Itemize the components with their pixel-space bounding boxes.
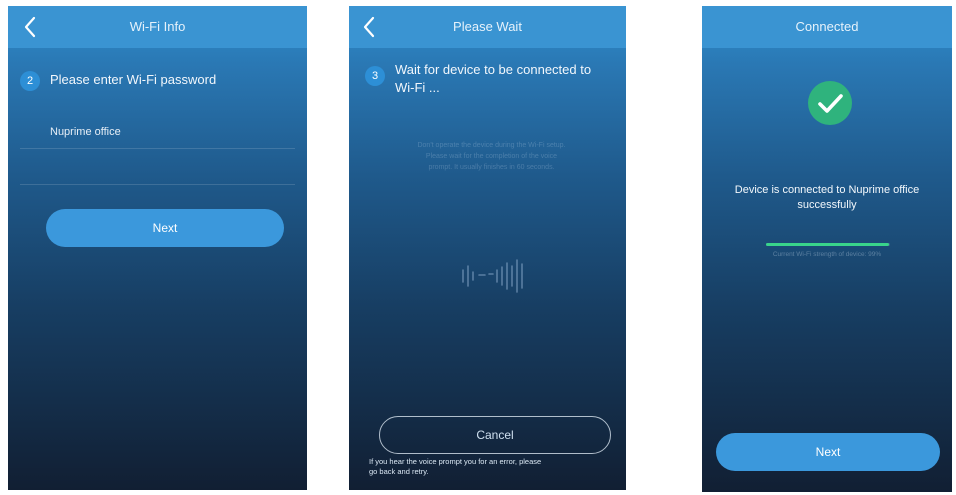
step-instruction-line1: Wait for device to be connected to bbox=[395, 62, 592, 77]
screen-title: Please Wait bbox=[453, 19, 522, 34]
field-divider bbox=[20, 148, 295, 149]
screen-title: Connected bbox=[795, 19, 859, 34]
screen-title: Wi-Fi Info bbox=[129, 19, 186, 34]
setup-hint-line1: Don't operate the device during the Wi-F… bbox=[417, 142, 566, 149]
step-number-badge: 2 bbox=[20, 71, 40, 91]
wifi-strength-fill bbox=[766, 243, 889, 246]
setup-hint-line3: prompt. It usually finishes in 60 second… bbox=[428, 164, 555, 171]
header-bar: Connected bbox=[702, 6, 952, 48]
please-wait-screen: Please Wait 3 Wait for device to be conn… bbox=[349, 6, 626, 490]
step-instruction-line2: Wi-Fi ... bbox=[395, 80, 440, 95]
connected-screen: Connected Device is connected to Nuprime… bbox=[702, 6, 952, 492]
step-instruction: Please enter Wi-Fi password bbox=[50, 72, 217, 87]
error-retry-note-line2: go back and retry. bbox=[369, 467, 429, 476]
step-instruction: Wait for device to be connected to Wi-Fi… bbox=[395, 61, 591, 97]
connection-success-message: Device is connected to Nuprime office su… bbox=[702, 183, 952, 213]
wifi-strength-bar bbox=[766, 243, 890, 246]
connection-success-line2: successfully bbox=[797, 199, 857, 211]
cancel-button[interactable]: Cancel bbox=[379, 416, 611, 454]
sound-wave-icon bbox=[459, 256, 529, 296]
connection-success-line1: Device is connected to Nuprime office bbox=[734, 184, 920, 196]
password-field-divider bbox=[20, 184, 295, 185]
next-button[interactable]: Next bbox=[46, 209, 284, 247]
wifi-info-screen: Wi-Fi Info 2 Please enter Wi-Fi password… bbox=[8, 6, 307, 490]
header-bar: Wi-Fi Info bbox=[8, 6, 307, 48]
network-name-field[interactable]: Nuprime office bbox=[50, 126, 121, 138]
setup-hint-line2: Please wait for the completion of the vo… bbox=[425, 153, 558, 160]
setup-hint: Don't operate the device during the Wi-F… bbox=[369, 140, 614, 173]
error-retry-note-line1: If you hear the voice prompt you for an … bbox=[369, 457, 542, 466]
next-button[interactable]: Next bbox=[716, 433, 940, 471]
header-bar: Please Wait bbox=[349, 6, 626, 48]
checkmark-icon bbox=[808, 81, 852, 125]
error-retry-note: If you hear the voice prompt you for an … bbox=[369, 457, 619, 477]
wifi-strength-text: Current Wi-Fi strength of device: 99% bbox=[772, 251, 882, 258]
step-number-badge: 3 bbox=[365, 66, 385, 86]
